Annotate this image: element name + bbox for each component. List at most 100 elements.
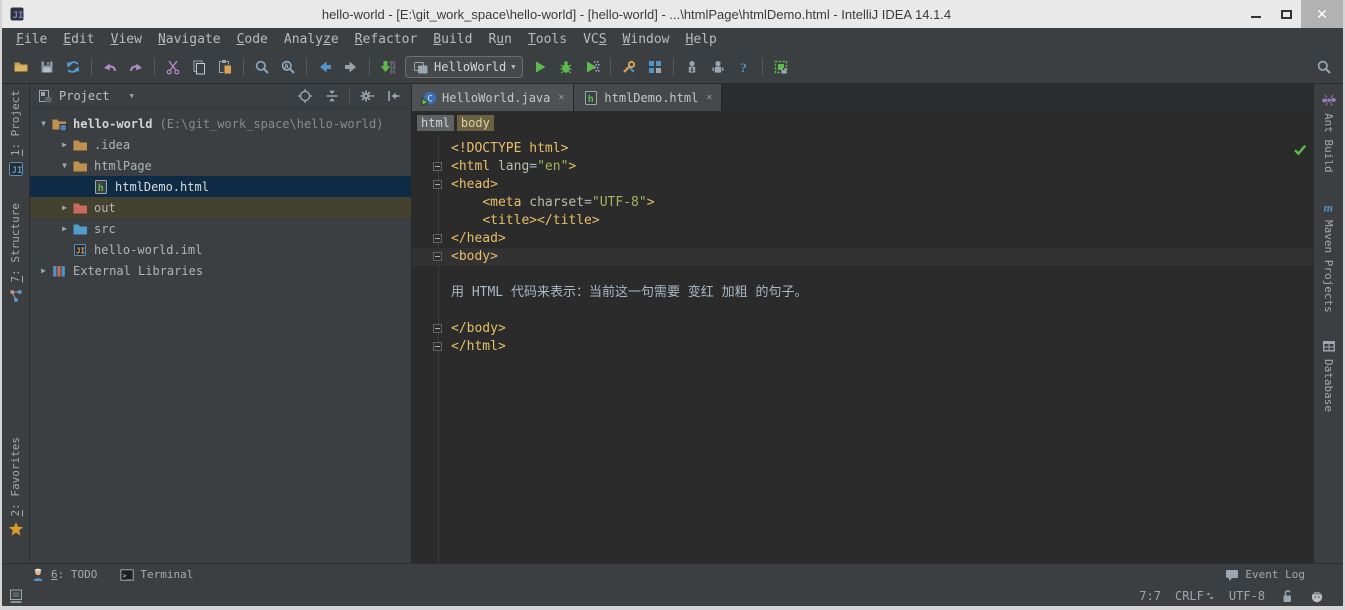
right-tool-button-database[interactable]: Database	[1321, 338, 1337, 412]
tree-row-src[interactable]: ▶src	[30, 218, 411, 239]
scroll-to-source-button[interactable]	[295, 86, 315, 106]
back-button[interactable]	[312, 54, 338, 80]
bottom-tool-button-terminal[interactable]: >_Terminal	[119, 567, 193, 583]
fold-marker-icon[interactable]	[433, 252, 442, 261]
tree-row-hello-world[interactable]: ▼hello-world(E:\git_work_space\hello-wor…	[30, 113, 411, 134]
run-button[interactable]	[527, 54, 553, 80]
close-tab-icon[interactable]: ✕	[706, 92, 712, 103]
menu-build[interactable]: Build	[425, 32, 480, 47]
line-separator-selector[interactable]: CRLF	[1175, 589, 1215, 603]
code-line-1[interactable]: <!DOCTYPE html>	[412, 140, 1313, 158]
code-line-3[interactable]: <head>	[412, 176, 1313, 194]
fold-marker-icon[interactable]	[433, 162, 442, 171]
menu-view[interactable]: View	[103, 32, 150, 47]
tree-row--idea[interactable]: ▶.idea	[30, 134, 411, 155]
code-line-9[interactable]: 用 HTML 代码来表示：当前这一句需要 变红 加粗 的句子。	[412, 284, 1313, 302]
save-all-button[interactable]	[34, 54, 60, 80]
tree-row-hello-world-iml[interactable]: JIhello-world.iml	[30, 239, 411, 260]
code-line-12[interactable]: </html>	[412, 338, 1313, 356]
help-button[interactable]: ?	[731, 54, 757, 80]
menu-refactor[interactable]: Refactor	[347, 32, 426, 47]
code-line-11[interactable]: </body>	[412, 320, 1313, 338]
debug-button[interactable]	[553, 54, 579, 80]
right-tool-button-maven-projects[interactable]: mMaven Projects	[1321, 199, 1337, 313]
menu-edit[interactable]: Edit	[55, 32, 102, 47]
android-sdk-button[interactable]	[679, 54, 705, 80]
run-coverage-button[interactable]	[579, 54, 605, 80]
undo-button[interactable]	[97, 54, 123, 80]
redo-button[interactable]	[123, 54, 149, 80]
hector-inspector-icon[interactable]	[1309, 588, 1325, 604]
expand-right-icon[interactable]: ▶	[36, 266, 51, 275]
code-editor[interactable]: <!DOCTYPE html><html lang="en"><head> <m…	[412, 135, 1313, 563]
open-folder-button[interactable]	[8, 54, 34, 80]
android-avd-button[interactable]	[768, 54, 794, 80]
fold-marker-icon[interactable]	[433, 234, 442, 243]
fold-marker-icon[interactable]	[433, 324, 442, 333]
code-line-5[interactable]: <title></title>	[412, 212, 1313, 230]
code-line-2[interactable]: <html lang="en">	[412, 158, 1313, 176]
tree-row-htmlpage[interactable]: ▼htmlPage	[30, 155, 411, 176]
expand-down-icon[interactable]: ▼	[36, 119, 51, 128]
copy-button[interactable]	[186, 54, 212, 80]
hide-panel-button[interactable]	[384, 86, 404, 106]
fold-marker-icon[interactable]	[433, 180, 442, 189]
cut-button[interactable]	[160, 54, 186, 80]
menu-run[interactable]: Run	[480, 32, 519, 47]
menu-analyze[interactable]: Analyze	[276, 32, 347, 47]
menu-code[interactable]: Code	[229, 32, 276, 47]
android-device-button[interactable]	[705, 54, 731, 80]
paste-button[interactable]	[212, 54, 238, 80]
code-line-4[interactable]: <meta charset="UTF-8">	[412, 194, 1313, 212]
minimize-button[interactable]	[1241, 0, 1271, 28]
collapse-all-button[interactable]	[322, 86, 342, 106]
maximize-button[interactable]	[1271, 0, 1301, 28]
fold-marker-icon[interactable]	[433, 342, 442, 351]
close-tab-icon[interactable]: ✕	[558, 92, 564, 103]
menu-file[interactable]: File	[8, 32, 55, 47]
make-project-button[interactable]: 011001	[375, 54, 401, 80]
menu-vcs[interactable]: VCS	[575, 32, 614, 47]
expand-right-icon[interactable]: ▶	[57, 203, 72, 212]
breadcrumb-body[interactable]: body	[457, 115, 494, 131]
left-tool-button-1-project[interactable]: 1: ProjectJI	[8, 90, 24, 177]
code-line-10[interactable]	[412, 302, 1313, 320]
settings-button[interactable]	[616, 54, 642, 80]
run-config-selector[interactable]: HelloWorld▼	[405, 56, 523, 78]
close-button[interactable]: ✕	[1301, 0, 1343, 28]
settings-gear-button[interactable]	[357, 86, 377, 106]
tree-row-out[interactable]: ▶out	[30, 197, 411, 218]
expand-down-icon[interactable]: ▼	[57, 161, 72, 170]
expand-right-icon[interactable]: ▶	[57, 224, 72, 233]
toggle-tool-buttons-icon[interactable]	[8, 588, 24, 604]
file-encoding[interactable]: UTF-8	[1229, 589, 1265, 603]
bottom-tool-button-6-todo[interactable]: 6: TODO	[30, 567, 97, 583]
code-line-7[interactable]: <body>	[412, 248, 1313, 266]
project-view-dropdown-icon[interactable]: ▼	[130, 92, 134, 100]
find-button[interactable]	[249, 54, 275, 80]
lock-open-icon[interactable]	[1279, 588, 1295, 604]
breadcrumb-html[interactable]: html	[417, 115, 454, 131]
left-tool-button-2-favorites[interactable]: 2: Favorites	[8, 437, 24, 537]
menu-window[interactable]: Window	[615, 32, 678, 47]
caret-position[interactable]: 7:7	[1139, 589, 1161, 603]
synchronize-button[interactable]	[60, 54, 86, 80]
left-tool-button-7-structure[interactable]: 7: Structure	[8, 203, 24, 303]
code-line-6[interactable]: </head>	[412, 230, 1313, 248]
tree-row-external-libraries[interactable]: ▶External Libraries	[30, 260, 411, 281]
search-everywhere-button[interactable]	[1311, 54, 1337, 80]
menu-tools[interactable]: Tools	[520, 32, 575, 47]
project-structure-button[interactable]	[642, 54, 668, 80]
right-tool-button-ant-build[interactable]: Ant Build	[1321, 92, 1337, 173]
tree-row-htmldemo-html[interactable]: hhtmlDemo.html	[30, 176, 411, 197]
project-panel-title[interactable]: Project	[59, 89, 110, 103]
expand-right-icon[interactable]: ▶	[57, 140, 72, 149]
menu-navigate[interactable]: Navigate	[150, 32, 229, 47]
replace-button[interactable]: A	[275, 54, 301, 80]
event-log-button[interactable]: Event Log	[1224, 567, 1305, 583]
forward-button[interactable]	[338, 54, 364, 80]
editor-tab-helloworld-java[interactable]: CHelloWorld.java✕	[412, 84, 574, 111]
code-line-8[interactable]	[412, 266, 1313, 284]
menu-help[interactable]: Help	[678, 32, 725, 47]
editor-tab-htmldemo-html[interactable]: hhtmlDemo.html✕	[574, 84, 722, 111]
